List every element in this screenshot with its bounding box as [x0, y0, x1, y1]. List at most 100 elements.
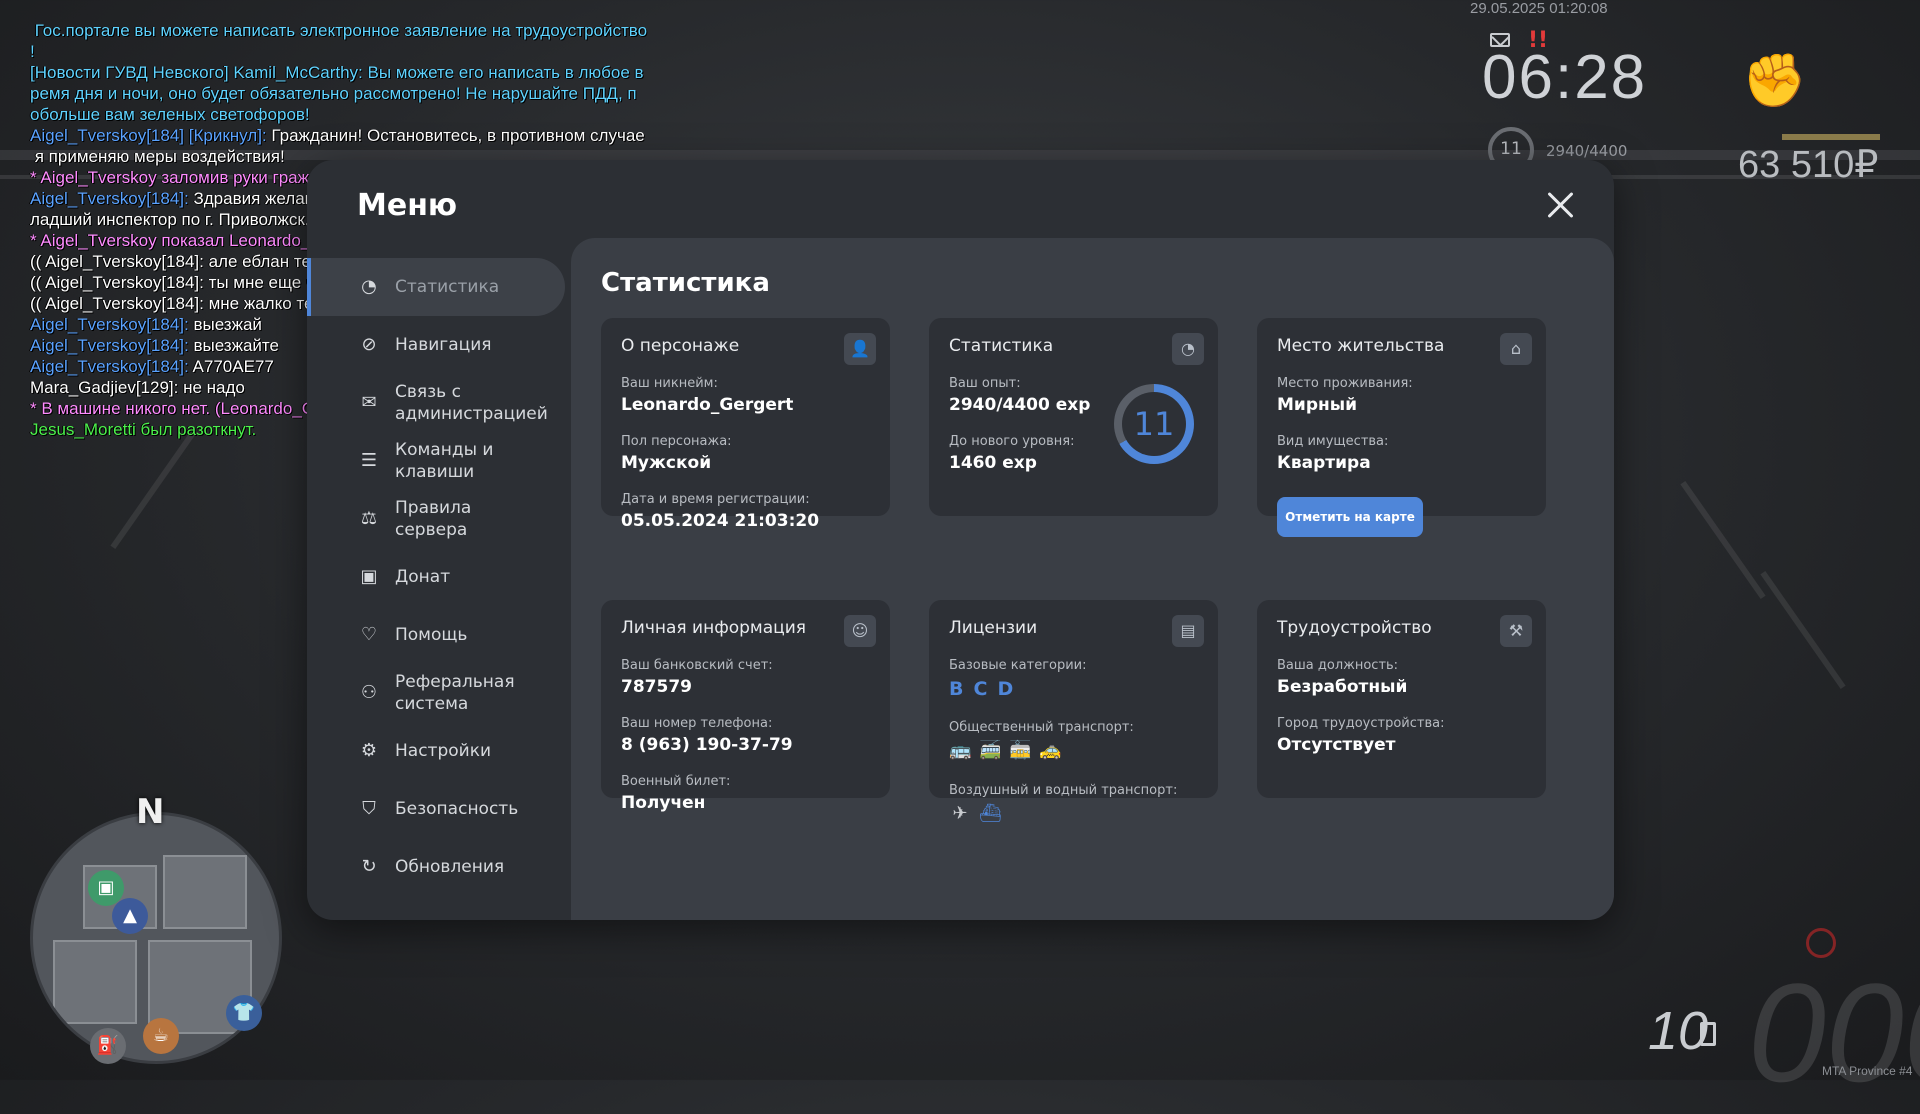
money-bar [1782, 134, 1880, 140]
chat-text: я применяю меры воздействия! [30, 147, 285, 166]
next-level-value: 1460 exp [949, 453, 1037, 473]
phone-value: 8 (963) 190-37-79 [621, 735, 793, 755]
sidebar-item-label: Команды и клавиши [395, 440, 494, 482]
sidebar-item-scales[interactable]: ⚖ Правила сервера [307, 490, 573, 548]
chat-line: ремя дня и ночи, оно будет обязательно р… [30, 83, 690, 104]
sidebar-item-wallet[interactable]: ▣ Донат [307, 548, 573, 606]
sidebar-item-shield[interactable]: ⛉ Безопасность [307, 780, 573, 838]
wallet-icon: ▣ [360, 566, 378, 587]
sidebar-item-label: Помощь [395, 625, 468, 645]
city-label: Город трудоустройства: [1277, 716, 1445, 731]
sidebar-item-refresh[interactable]: ↻ Обновления [307, 838, 573, 896]
fist-icon: ✊ [1742, 51, 1807, 111]
chat-text: выезжай [193, 315, 262, 334]
gear-icon: ⚙ [360, 740, 378, 761]
chat-text: обольше вам зеленых светофоров! [30, 105, 310, 124]
document-icon: ☰ [360, 450, 378, 471]
hud-clock: 06:28 [1482, 43, 1648, 112]
chat-text: ладший инспектор по г. Приволжск. [30, 210, 310, 229]
mark-on-map-button[interactable]: Отметить на карте [1277, 497, 1423, 537]
speedometer: 000 [1748, 954, 1920, 1111]
sidebar-item-label: Обновления [395, 857, 505, 877]
road-marking [1680, 480, 1766, 600]
nick-value: Leonardo_Gergert [621, 395, 794, 415]
plane-icon: ✈ [952, 803, 968, 824]
sidebar-item-label: Навигация [395, 335, 492, 355]
people-icon: ⚇ [360, 682, 378, 703]
sidebar-item-label: Донат [395, 567, 451, 587]
stats-content: Статистика О персонаже 👤 Ваш никнейм: Le… [571, 238, 1614, 920]
taxi-icon: 🚕 [1039, 740, 1062, 761]
chat-text: Aigel_Tverskoy[184]: [30, 315, 194, 334]
chat-text: ремя дня и ночи, оно будет обязательно р… [30, 84, 637, 103]
menu-title: Меню [357, 188, 458, 223]
job-value: Безработный [1277, 677, 1408, 697]
player-marker-icon: ▲ [112, 898, 148, 934]
user-icon: 👤 [844, 333, 876, 365]
shield-icon: ⛉ [362, 798, 376, 819]
card-character: О персонаже 👤 Ваш никнейм: Leonardo_Gerg… [601, 318, 890, 531]
card-title: Статистика [949, 336, 1054, 356]
sidebar-item-people[interactable]: ⚇ Реферальная система [307, 664, 573, 722]
sidebar-item-label: Статистика [395, 277, 500, 297]
card-title: О персонаже [621, 336, 740, 356]
map-block [53, 940, 137, 1024]
chart-icon: ◔ [361, 276, 377, 297]
level-progress-ring: 11 [1114, 384, 1194, 464]
card-personal: Личная информация ☺ Ваш банковский счет:… [601, 600, 890, 813]
chat-line: Гос.портале вы можете написать электронн… [30, 20, 690, 41]
sidebar-item-label: Реферальная система [395, 672, 515, 714]
face-icon: ☺ [844, 615, 876, 647]
air-water-label: Воздушный и водный транспорт: [949, 783, 1178, 798]
sidebar-item-label: Правила сервера [395, 498, 472, 540]
place-value: Мирный [1277, 395, 1358, 415]
engine-warning-icon [1806, 928, 1836, 958]
chat-icon: ✉ [361, 392, 377, 413]
public-transport-label: Общественный транспорт: [949, 720, 1134, 735]
sidebar-item-chart[interactable]: ◔ Статистика [307, 258, 565, 316]
sidebar-item-compass[interactable]: ⊘ Навигация [307, 316, 573, 374]
hud-money: 63 510₽ [1738, 144, 1879, 186]
chat-line: ! [30, 41, 690, 62]
scales-icon: ⚖ [360, 508, 378, 529]
military-value: Получен [621, 793, 706, 813]
chat-text: Гос.портале вы можете написать электронн… [30, 21, 648, 40]
sidebar-item-handshake[interactable]: ♡ Помощь [307, 606, 573, 664]
chat-text: Jesus_Moretti был разоткнут. [30, 420, 257, 439]
bank-value: 787579 [621, 677, 692, 697]
place-label: Место проживания: [1277, 376, 1413, 391]
chat-text: Aigel_Tverskoy[184]: [30, 189, 194, 208]
sidebar-item-chat[interactable]: ✉ Связь с администрацией [307, 374, 573, 432]
license-categories: BCD [949, 678, 1023, 700]
close-button[interactable] [1545, 190, 1575, 220]
air-water-icons: ✈ ⛴ [949, 803, 1149, 825]
sidebar-item-document[interactable]: ☰ Команды и клавиши [307, 432, 573, 490]
phone-label: Ваш номер телефона: [621, 716, 773, 731]
sidebar-item-gear[interactable]: ⚙ Настройки [307, 722, 573, 780]
card-title: Трудоустройство [1277, 618, 1432, 638]
gender-value: Мужской [621, 453, 712, 473]
chat-text: Aigel_Tverskoy[184]: [30, 357, 193, 376]
tram-icon: 🚋 [1009, 740, 1032, 761]
hud-datetime: 29.05.2025 01:20:08 [1470, 0, 1608, 17]
handshake-icon: ♡ [360, 624, 378, 645]
trolleybus-icon: 🚎 [979, 740, 1002, 761]
card-stats: Статистика ◔ Ваш опыт: 2940/4400 exp До … [929, 318, 1218, 516]
road-marking [110, 430, 196, 550]
road-marking [1760, 570, 1846, 690]
card-licenses: Лицензии ▤ Базовые категории: BCD Общест… [929, 600, 1218, 824]
next-level-label: До нового уровня: [949, 434, 1075, 449]
clothes-shop-icon: 👕 [226, 995, 262, 1031]
license-category: D [997, 678, 1014, 700]
level-number: 11 [1122, 392, 1186, 456]
chat-text: Mara_Gadjiev[129]: не надо [30, 378, 245, 397]
job-label: Ваша должность: [1277, 658, 1399, 673]
card-title: Лицензии [949, 618, 1038, 638]
sidebar-item-label: Настройки [395, 741, 492, 761]
minimap-north: N [136, 792, 165, 832]
sidebar-item-label: Связь с администрацией [395, 382, 548, 424]
content-title: Статистика [601, 268, 770, 298]
public-transport-icons: 🚌 🚎 🚋 🚕 [949, 740, 1149, 762]
military-label: Военный билет: [621, 774, 731, 789]
card-title: Место жительства [1277, 336, 1445, 356]
